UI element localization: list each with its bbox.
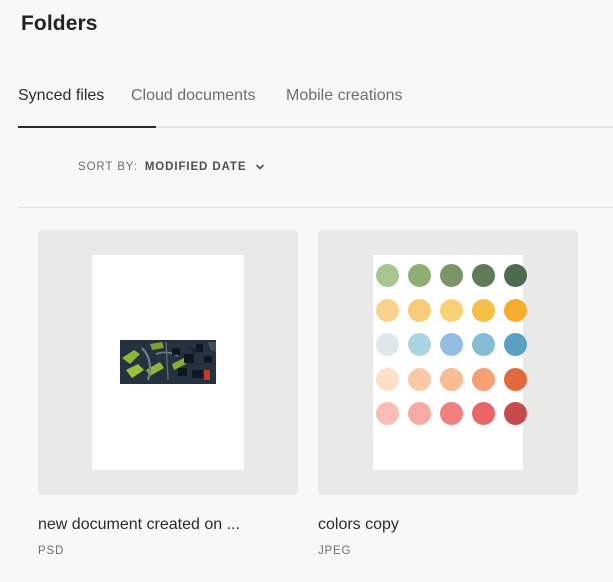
file-name[interactable]: new document created on ... — [38, 516, 240, 534]
file-thumbnail[interactable] — [38, 230, 298, 495]
color-swatch — [440, 298, 463, 322]
color-swatch — [504, 298, 527, 322]
color-swatch — [408, 264, 431, 287]
color-swatch — [440, 264, 463, 287]
color-swatch — [472, 298, 495, 322]
tab-bar: Synced files Cloud documents Mobile crea… — [18, 86, 613, 128]
color-swatch — [376, 264, 399, 287]
section-divider — [18, 207, 613, 208]
color-swatch — [376, 402, 399, 425]
sort-control: SORT BY: MODIFIED DATE — [78, 161, 265, 173]
page-title: Folders — [21, 12, 98, 35]
file-card[interactable]: colors copy JPEG — [318, 230, 578, 557]
color-swatch — [472, 402, 495, 425]
color-swatch — [440, 333, 463, 356]
color-swatch — [472, 264, 495, 287]
active-tab-indicator — [18, 126, 156, 128]
color-swatch — [408, 367, 431, 391]
document-preview — [373, 255, 527, 470]
tab-synced-files[interactable]: Synced files — [18, 86, 104, 106]
chevron-down-icon[interactable] — [255, 162, 265, 172]
tab-cloud-documents[interactable]: Cloud documents — [131, 86, 256, 106]
color-swatch — [440, 367, 463, 391]
file-type: JPEG — [318, 545, 352, 557]
color-swatch — [408, 333, 431, 356]
color-swatch — [504, 333, 527, 356]
map-preview-image — [120, 340, 216, 384]
color-swatch — [376, 298, 399, 322]
sort-dropdown[interactable]: MODIFIED DATE — [145, 161, 247, 173]
color-swatch — [504, 402, 527, 425]
file-card[interactable]: new document created on ... PSD — [38, 230, 298, 557]
color-swatch — [472, 333, 495, 356]
file-name[interactable]: colors copy — [318, 516, 399, 534]
file-thumbnail[interactable] — [318, 230, 578, 495]
color-swatch — [408, 298, 431, 322]
document-preview — [92, 255, 244, 470]
color-swatch — [376, 333, 399, 356]
sort-label: SORT BY: — [78, 161, 138, 173]
file-type: PSD — [38, 545, 65, 557]
color-swatch — [440, 402, 463, 425]
tab-mobile-creations[interactable]: Mobile creations — [286, 86, 403, 106]
color-swatch — [504, 264, 527, 287]
color-swatch — [504, 367, 527, 391]
color-swatch — [376, 367, 399, 391]
color-swatch — [472, 367, 495, 391]
color-swatch — [408, 402, 431, 425]
